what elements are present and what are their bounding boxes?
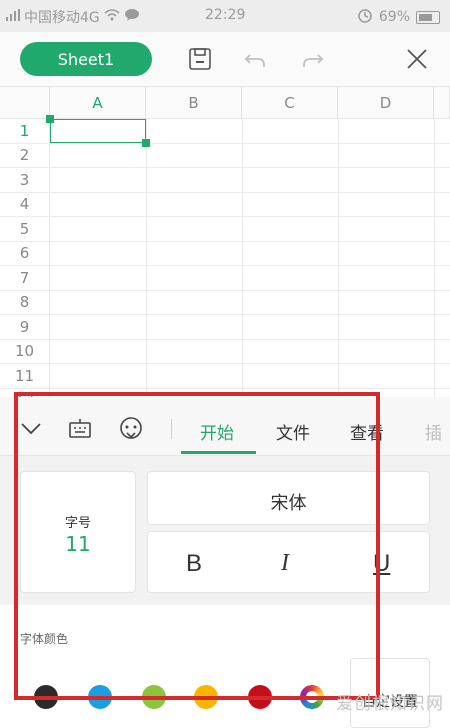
grid-row[interactable] — [50, 193, 450, 217]
tab-separator — [171, 419, 172, 439]
status-right: 69% — [357, 7, 440, 27]
tab-file[interactable]: 文件 — [276, 419, 310, 444]
status-time: 22:29 — [205, 7, 246, 23]
status-left: 中国移动4G — [6, 7, 140, 27]
column-header-e[interactable] — [434, 87, 450, 119]
color-swatch-blue[interactable] — [88, 685, 112, 709]
font-style-group: B I U — [147, 531, 430, 593]
column-header-d[interactable]: D — [338, 87, 434, 119]
selected-cell-a1[interactable] — [50, 119, 146, 143]
grid-row[interactable] — [50, 291, 450, 315]
bold-button[interactable]: B — [186, 550, 202, 578]
column-header-c[interactable]: C — [242, 87, 338, 119]
italic-button[interactable]: I — [281, 550, 289, 577]
grid-row[interactable] — [50, 315, 450, 340]
row-header-11[interactable]: 11 — [0, 364, 50, 389]
row-header-6[interactable]: 6 — [0, 241, 50, 266]
color-swatch-black[interactable] — [34, 685, 58, 709]
font-name-button[interactable]: 宋体 — [147, 471, 430, 525]
font-color-title: 字体颜色 — [20, 632, 69, 646]
row-header-8[interactable]: 8 — [0, 290, 50, 315]
row-header-7[interactable]: 7 — [0, 266, 50, 291]
carrier-label: 中国移动4G — [24, 10, 100, 26]
keyboard-icon[interactable] — [68, 417, 92, 443]
collapse-chevron-icon[interactable] — [20, 421, 42, 440]
grid-row[interactable] — [50, 364, 450, 389]
row-header-12[interactable]: 12 — [0, 388, 50, 397]
active-tab-indicator — [181, 451, 256, 454]
battery-icon — [416, 10, 440, 24]
color-swatch-yellow[interactable] — [194, 685, 218, 709]
signal-icon — [6, 9, 20, 25]
tab-view[interactable]: 查看 — [350, 419, 384, 444]
status-bar: 中国移动4G 22:29 69% — [0, 0, 450, 32]
close-icon[interactable] — [403, 45, 431, 73]
row-header-3[interactable]: 3 — [0, 168, 50, 193]
wifi-icon — [104, 9, 120, 25]
row-header-1[interactable]: 1 — [0, 119, 50, 144]
selection-handle-top-left[interactable] — [46, 115, 54, 123]
corner-cell[interactable] — [0, 87, 50, 119]
chat-icon — [124, 8, 140, 26]
tool-panel: 开始 文件 查看 插 字号 11 宋体 B I U 字体颜色 自定设置 — [0, 397, 450, 728]
redo-icon[interactable] — [298, 45, 326, 73]
undo-icon[interactable] — [242, 45, 270, 73]
row-header-9[interactable]: 9 — [0, 315, 50, 340]
grid-row[interactable] — [50, 168, 450, 193]
row-header-4[interactable]: 4 — [0, 192, 50, 217]
alarm-icon — [357, 7, 373, 27]
color-picker-wheel-icon[interactable] — [300, 685, 324, 709]
grid-row[interactable] — [50, 340, 450, 364]
grid-row[interactable] — [50, 242, 450, 266]
font-name-value: 宋体 — [270, 493, 307, 514]
font-size-value: 11 — [65, 532, 91, 556]
color-swatch-green[interactable] — [142, 685, 166, 709]
font-size-label: 字号 — [64, 516, 91, 531]
sheet-name-button[interactable]: Sheet1 — [20, 42, 152, 76]
battery-percent: 69% — [378, 9, 410, 25]
spreadsheet-grid[interactable]: A B C D 1 2 3 4 5 6 7 8 9 10 11 12 — [0, 87, 450, 397]
tab-start[interactable]: 开始 — [200, 419, 234, 444]
selection-handle-bottom-right[interactable] — [142, 139, 150, 147]
column-header-b[interactable]: B — [146, 87, 242, 119]
grid-row[interactable] — [50, 266, 450, 291]
row-header-5[interactable]: 5 — [0, 217, 50, 242]
top-toolbar: Sheet1 — [0, 32, 450, 87]
column-header-a[interactable]: A — [50, 87, 146, 119]
row-header-10[interactable]: 10 — [0, 339, 50, 364]
row-header-2[interactable]: 2 — [0, 143, 50, 168]
underline-button[interactable]: U — [373, 550, 390, 578]
grid-row[interactable] — [50, 217, 450, 242]
font-size-button[interactable]: 字号 11 — [20, 471, 136, 593]
save-icon[interactable] — [186, 45, 214, 73]
watermark-text: 爱创根知识网 — [336, 694, 444, 714]
color-swatch-red[interactable] — [248, 685, 272, 709]
panel-tab-bar: 开始 文件 查看 插 — [0, 397, 450, 456]
tab-insert[interactable]: 插 — [425, 419, 442, 444]
assistant-icon[interactable] — [118, 416, 144, 446]
grid-row[interactable] — [50, 144, 450, 168]
